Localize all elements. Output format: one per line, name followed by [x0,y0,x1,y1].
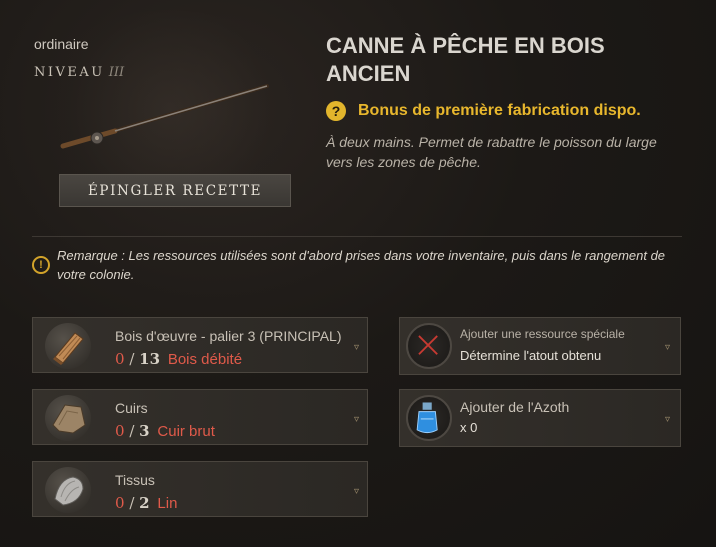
special-resource-subtitle: Détermine l'atout obtenu [460,348,602,363]
quantity-have: 0 [115,422,125,440]
material-name: Lin [157,495,178,512]
remark-text: Remarque : Les ressources utilisées sont… [57,248,666,282]
quantity-need: 13 [139,350,161,368]
azoth-slot[interactable]: Ajouter de l'Azoth x 0 ▿ [399,389,681,447]
empty-slot-x-icon [406,323,452,369]
divider [32,236,682,237]
ingredient-name: Cuirs [115,400,148,416]
azoth-flask-icon [406,395,452,441]
ingredient-slot-cloth[interactable]: Tissus 0 / 2 Lin ▿ [32,461,368,517]
special-resource-slot[interactable]: Ajouter une ressource spéciale Détermine… [399,317,681,375]
chevron-down-icon[interactable]: ▿ [354,414,359,425]
azoth-count: x 0 [460,420,478,435]
ingredient-slot-timber[interactable]: Bois d'œuvre - palier 3 (PRINCIPAL) 0 / … [32,317,368,373]
fishing-rod-icon [60,84,269,149]
leather-icon [45,395,91,441]
crafting-recipe-panel: ordinaire NIVEAU III ÉPINGLER RECETTE CAN… [0,0,716,547]
warning-icon: ! [32,256,50,274]
ingredient-name: Bois d'œuvre - palier 3 (PRINCIPAL) [115,328,342,344]
chevron-down-icon[interactable]: ▿ [354,486,359,497]
chevron-down-icon[interactable]: ▿ [354,342,359,353]
bonus-text: Bonus de première fabrication dispo. [358,102,641,119]
quantity-have: 0 [115,350,125,368]
ingredient-quantity: 0 / 2 Lin [115,494,177,512]
pin-recipe-button[interactable]: ÉPINGLER RECETTE [59,174,291,207]
chevron-down-icon[interactable]: ▿ [665,414,670,425]
ingredient-slot-leather[interactable]: Cuirs 0 / 3 Cuir brut ▿ [32,389,368,445]
quantity-separator: / [129,350,135,368]
material-name: Cuir brut [157,423,215,440]
cloth-icon [45,467,91,513]
ingredient-quantity: 0 / 13 Bois débité [115,350,242,368]
ingredient-quantity: 0 / 3 Cuir brut [115,422,215,440]
quantity-have: 0 [115,494,125,512]
item-description: À deux mains. Permet de rabattre le pois… [326,134,657,170]
quantity-separator: / [129,422,135,440]
quantity-need: 3 [139,422,150,440]
azoth-title: Ajouter de l'Azoth [460,399,570,415]
remark-note: ! Remarque : Les ressources utilisées so… [32,246,682,284]
material-name: Bois débité [167,351,243,368]
item-title: CANNE À PÊCHE EN BOIS ANCIEN [326,33,605,86]
first-craft-bonus: ? Bonus de première fabrication dispo. [326,101,641,121]
chevron-down-icon[interactable]: ▿ [665,342,670,353]
ingredient-name: Tissus [115,472,155,488]
quantity-need: 2 [139,494,150,512]
special-resource-title: Ajouter une ressource spéciale [460,327,625,341]
timber-icon [45,323,91,369]
item-rarity: ordinaire [34,36,89,52]
question-icon[interactable]: ? [326,101,346,121]
quantity-separator: / [129,494,135,512]
